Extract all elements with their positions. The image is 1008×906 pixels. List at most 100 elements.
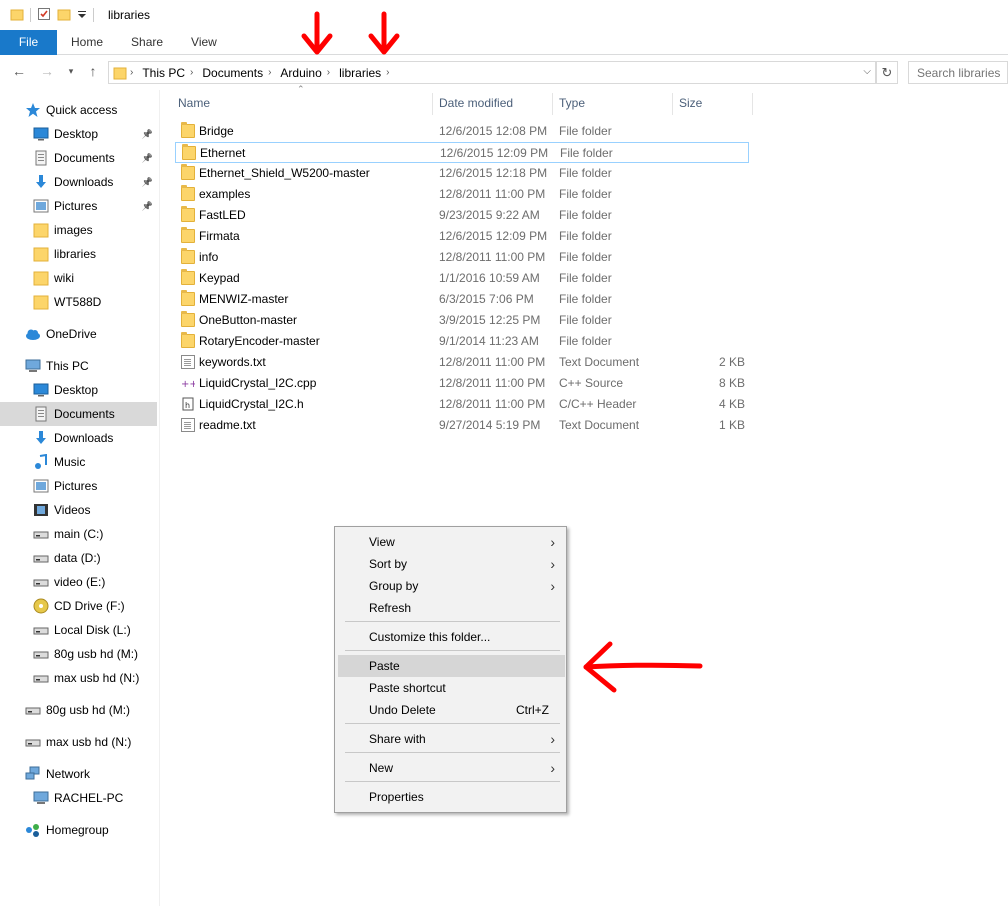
sidebar-item[interactable]: libraries: [0, 242, 157, 266]
sidebar-item[interactable]: Pictures 📌: [0, 194, 157, 218]
sidebar-item[interactable]: data (D:): [0, 546, 157, 570]
column-header-name[interactable]: Name: [172, 93, 432, 113]
sidebar-item-label: images: [54, 223, 93, 237]
pin-icon[interactable]: 📌: [142, 201, 153, 212]
sidebar-item[interactable]: Downloads 📌: [0, 170, 157, 194]
breadcrumb-documents[interactable]: Documents: [196, 66, 265, 80]
menu-item-view[interactable]: View ›: [338, 531, 565, 553]
sidebar-item[interactable]: 80g usb hd (M:): [0, 698, 157, 722]
menu-item-paste-shortcut[interactable]: Paste shortcut: [338, 677, 565, 699]
sidebar-item[interactable]: Quick access: [0, 98, 157, 122]
menu-item-refresh[interactable]: Refresh: [338, 597, 565, 619]
file-row[interactable]: RotaryEncoder-master 9/1/2014 11:23 AM Fil…: [175, 331, 749, 352]
sidebar-item[interactable]: 80g usb hd (M:): [0, 642, 157, 666]
sidebar-item[interactable]: max usb hd (N:): [0, 666, 157, 690]
documents-icon: [33, 406, 49, 422]
file-date: 12/8/2011 11:00 PM: [439, 397, 546, 411]
menu-item-group-by[interactable]: Group by ›: [338, 575, 565, 597]
forward-arrow-icon[interactable]: →: [38, 62, 56, 80]
file-type: File folder: [559, 292, 612, 306]
sidebar-item[interactable]: OneDrive: [0, 322, 157, 346]
sidebar-item[interactable]: video (E:): [0, 570, 157, 594]
column-header-type[interactable]: Type: [553, 93, 672, 113]
pin-icon[interactable]: 📌: [142, 129, 153, 140]
chevron-down-icon[interactable]: ⌵: [863, 66, 871, 77]
sidebar-item-label: max usb hd (N:): [46, 735, 132, 749]
file-row[interactable]: Ethernet 12/6/2015 12:09 PM File folder: [175, 142, 749, 163]
sidebar-item[interactable]: Documents 📌: [0, 146, 157, 170]
tab-view[interactable]: View: [177, 30, 231, 55]
file-row[interactable]: Ethernet_Shield_W5200-master 12/6/2015 12…: [175, 163, 749, 184]
menu-item-sort-by[interactable]: Sort by ›: [338, 553, 565, 575]
chevron-right-icon[interactable]: ›: [383, 67, 392, 78]
chevron-right-icon[interactable]: ›: [265, 67, 274, 78]
sidebar-item[interactable]: Network: [0, 762, 157, 786]
menu-item-customize-this-folder[interactable]: Customize this folder...: [338, 626, 565, 648]
file-type: File folder: [559, 124, 612, 138]
chevron-right-icon[interactable]: ›: [187, 67, 196, 78]
file-name: info: [199, 250, 219, 264]
sidebar-item[interactable]: images: [0, 218, 157, 242]
up-arrow-icon[interactable]: ↑: [84, 62, 102, 80]
sidebar-item[interactable]: Local Disk (L:): [0, 618, 157, 642]
pin-icon[interactable]: 📌: [142, 177, 153, 188]
refresh-icon[interactable]: ↻: [876, 61, 898, 84]
file-row[interactable]: ++ LiquidCrystal_I2C.cpp 12/8/2011 11:00 P…: [175, 373, 749, 394]
sidebar-item[interactable]: Homegroup: [0, 818, 157, 842]
sidebar-item-label: main (C:): [54, 527, 104, 541]
menu-item-undo-delete[interactable]: Undo Delete Ctrl+Z: [338, 699, 565, 721]
menu-item-paste[interactable]: Paste: [338, 655, 565, 677]
file-row[interactable]: MENWIZ-master 6/3/2015 7:06 PM File folder: [175, 289, 749, 310]
menu-item-new[interactable]: New ›: [338, 757, 565, 779]
chevron-right-icon[interactable]: ›: [127, 67, 136, 78]
tab-share[interactable]: Share: [117, 30, 177, 55]
desktop-icon: [33, 126, 49, 142]
customize-quick-access-icon[interactable]: [77, 7, 87, 24]
folder-icon: [181, 332, 195, 348]
column-header-size[interactable]: Size: [673, 93, 752, 113]
sidebar-item[interactable]: max usb hd (N:): [0, 730, 157, 754]
recent-locations-icon[interactable]: ▾: [62, 62, 80, 80]
breadcrumb-libraries[interactable]: libraries: [333, 66, 383, 80]
breadcrumb-arduino[interactable]: Arduino: [274, 66, 323, 80]
file-row[interactable]: Bridge 12/6/2015 12:08 PM File folder: [175, 121, 749, 142]
file-row[interactable]: FastLED 9/23/2015 9:22 AM File folder: [175, 205, 749, 226]
sidebar-item[interactable]: Downloads: [0, 426, 157, 450]
file-type: File folder: [559, 208, 612, 222]
column-divider[interactable]: [752, 93, 753, 115]
file-row[interactable]: info 12/8/2011 11:00 PM File folder: [175, 247, 749, 268]
file-row[interactable]: Firmata 12/6/2015 12:09 PM File folder: [175, 226, 749, 247]
sidebar-item[interactable]: Music: [0, 450, 157, 474]
sidebar-item[interactable]: wiki: [0, 266, 157, 290]
sidebar-item[interactable]: Documents: [0, 402, 157, 426]
breadcrumb-this-pc[interactable]: This PC: [136, 66, 187, 80]
tab-home[interactable]: Home: [57, 30, 117, 55]
properties-icon[interactable]: [37, 7, 51, 24]
file-row[interactable]: Keypad 1/1/2016 10:59 AM File folder: [175, 268, 749, 289]
sidebar-item[interactable]: Videos: [0, 498, 157, 522]
file-row[interactable]: keywords.txt 12/8/2011 11:00 PM Text Docum…: [175, 352, 749, 373]
back-arrow-icon[interactable]: ←: [10, 62, 28, 80]
file-type: File folder: [559, 250, 612, 264]
sidebar-item[interactable]: WT588D: [0, 290, 157, 314]
menu-item-share-with[interactable]: Share with ›: [338, 728, 565, 750]
sidebar-item[interactable]: Desktop 📌: [0, 122, 157, 146]
sidebar-item[interactable]: CD Drive (F:): [0, 594, 157, 618]
sidebar-item[interactable]: main (C:): [0, 522, 157, 546]
sidebar-item[interactable]: Pictures: [0, 474, 157, 498]
search-input[interactable]: [908, 61, 1008, 84]
sidebar-item[interactable]: This PC: [0, 354, 157, 378]
file-row[interactable]: readme.txt 9/27/2014 5:19 PM Text Document…: [175, 415, 749, 436]
sidebar-item[interactable]: Desktop: [0, 378, 157, 402]
file-row[interactable]: h LiquidCrystal_I2C.h 12/8/2011 11:00 PM C/…: [175, 394, 749, 415]
address-bar[interactable]: › This PC › Documents › Arduino › librar…: [108, 61, 876, 84]
chevron-right-icon[interactable]: ›: [324, 67, 333, 78]
column-header-date-modified[interactable]: Date modified: [433, 93, 552, 113]
file-row[interactable]: OneButton-master 3/9/2015 12:25 PM File fo…: [175, 310, 749, 331]
file-row[interactable]: examples 12/8/2011 11:00 PM File folder: [175, 184, 749, 205]
sidebar-item[interactable]: RACHEL-PC: [0, 786, 157, 810]
new-folder-icon[interactable]: [57, 7, 71, 24]
pin-icon[interactable]: 📌: [142, 153, 153, 164]
tab-file[interactable]: File: [0, 30, 57, 55]
menu-item-properties[interactable]: Properties: [338, 786, 565, 808]
